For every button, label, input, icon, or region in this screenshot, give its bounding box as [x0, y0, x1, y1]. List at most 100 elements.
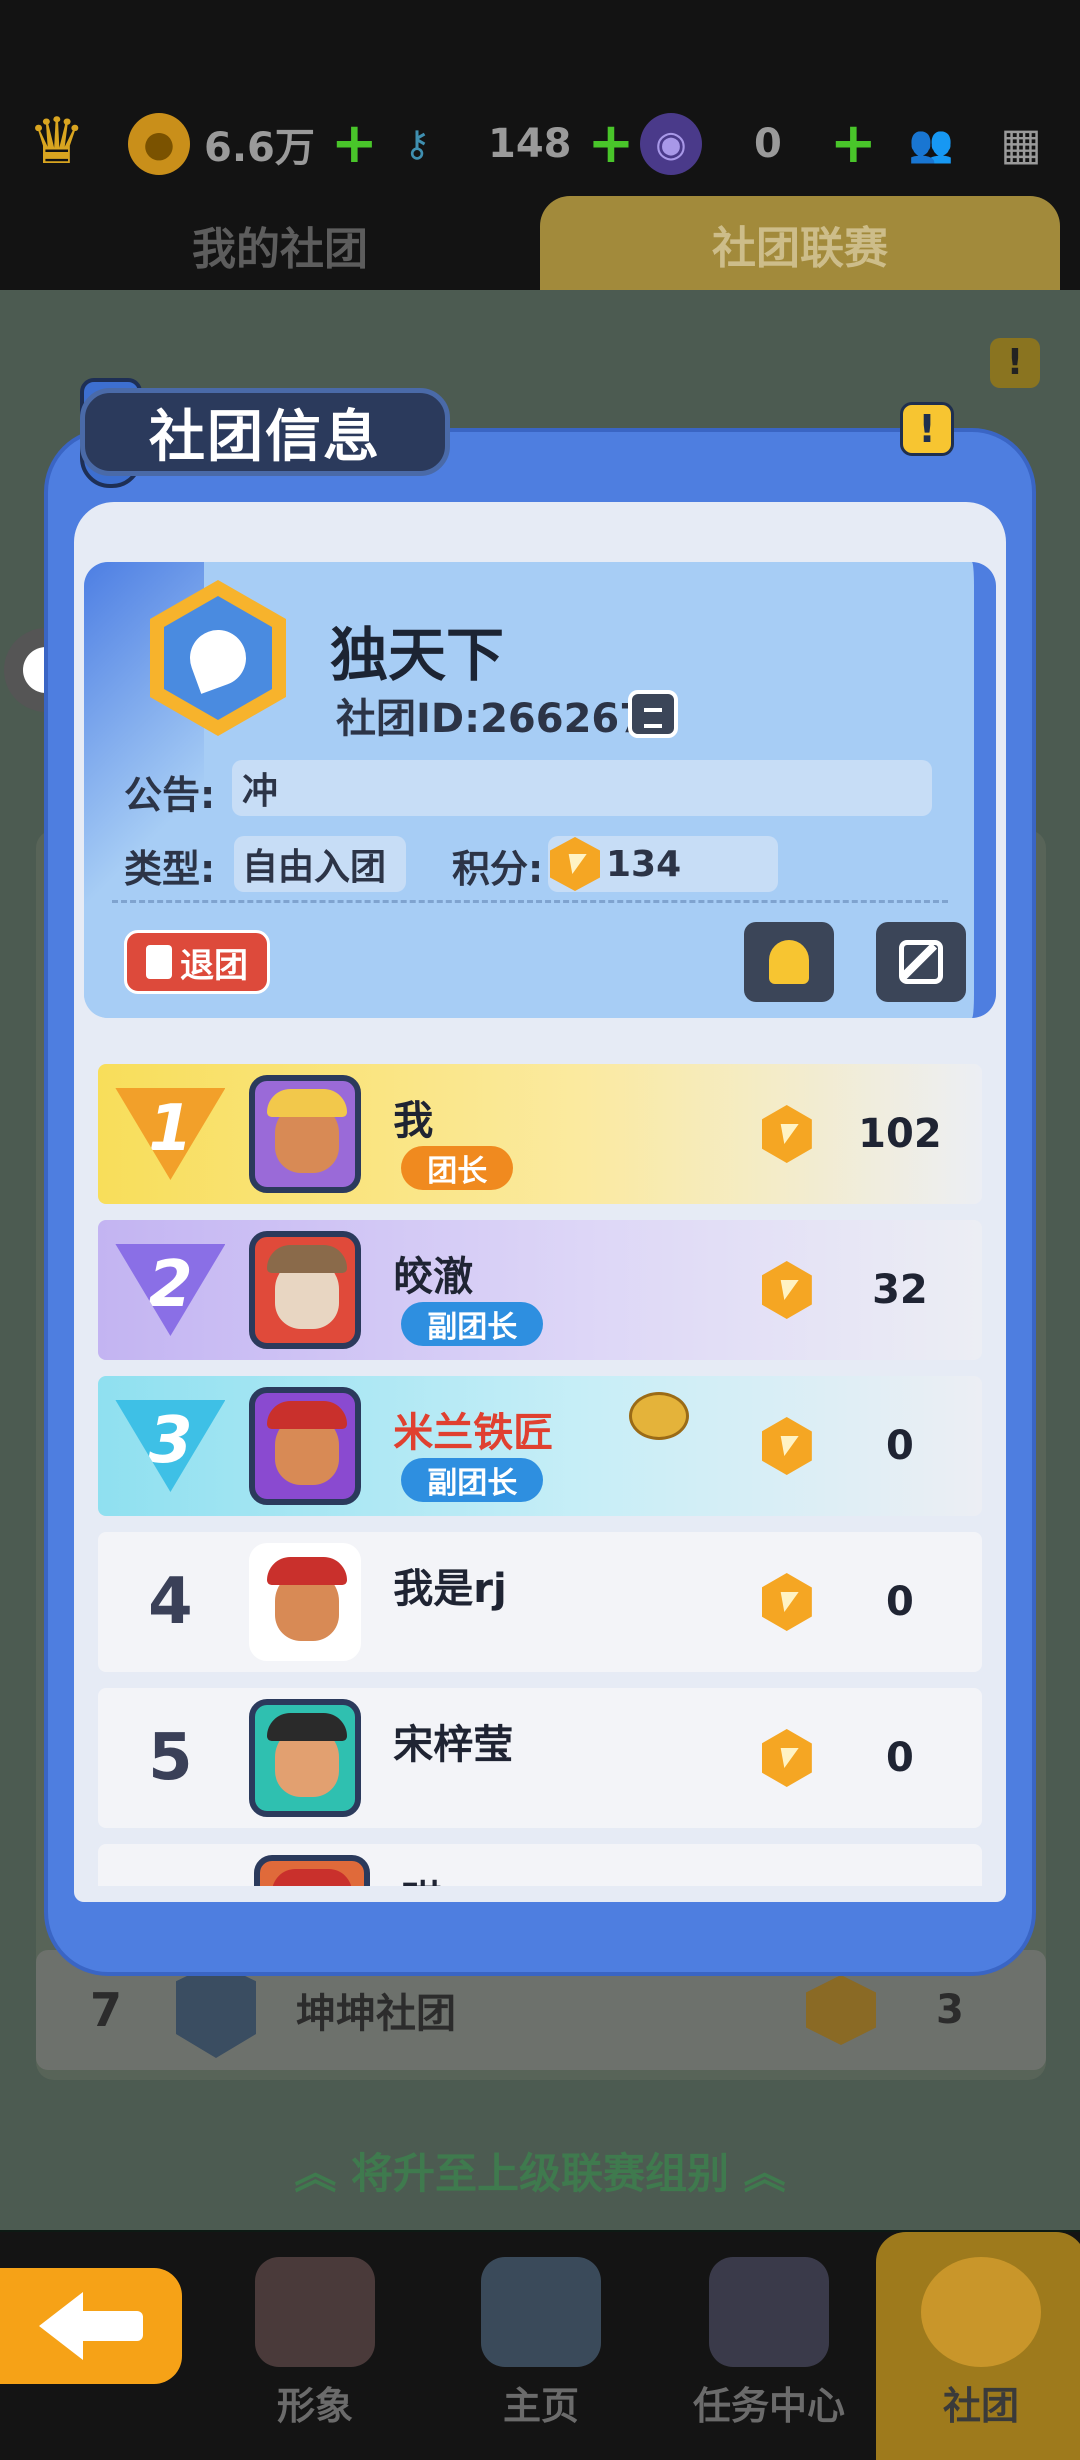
- add-keys-button[interactable]: +: [588, 116, 635, 172]
- edit-club-button[interactable]: [876, 922, 966, 1002]
- friends-icon: 👥: [908, 124, 954, 165]
- club-mascot-icon: [921, 2257, 1041, 2367]
- role-badge: 团长: [401, 1146, 514, 1190]
- league-rank: 7: [89, 1983, 122, 2037]
- tokens-value: 0: [754, 121, 782, 167]
- coins-resource: ● 6.6万 +: [128, 108, 378, 180]
- club-score: 134: [606, 843, 682, 885]
- nav-club[interactable]: 社团: [876, 2232, 1080, 2460]
- league-club-name: 坤坤社团: [296, 1991, 456, 2037]
- divider: [112, 900, 948, 903]
- member-row[interactable]: 1 我 团长 102: [98, 1064, 982, 1204]
- add-tokens-button[interactable]: +: [830, 116, 877, 172]
- avatar[interactable]: [254, 1855, 370, 1886]
- member-rank: 4: [148, 1565, 193, 1639]
- score-coin-icon: [761, 1729, 812, 1787]
- score-label: 积分:: [452, 847, 544, 891]
- nav-label: 社团: [942, 2384, 1019, 2428]
- member-list[interactable]: 1 我 团长 102 2 皎澈 副团长 32 3 米兰铁匠 副团长 0 4 我是…: [98, 1064, 982, 1886]
- promotion-text: ︽ 将升至上级联赛组别 ︽: [294, 2149, 786, 2198]
- member-row[interactable]: 5 宋梓莹 0: [98, 1688, 982, 1828]
- score-coin-icon: [761, 1573, 812, 1631]
- score-coin-icon: [550, 837, 600, 891]
- member-name: 米兰铁匠: [393, 1410, 554, 1456]
- member-score: 0: [886, 1423, 914, 1469]
- back-arrow-icon: [39, 2292, 83, 2360]
- tab-my-club[interactable]: 我的社团: [20, 200, 540, 290]
- score-coin-icon: [761, 1261, 812, 1319]
- notice-label: 公告:: [124, 773, 216, 817]
- member-row[interactable]: 2 皎澈 副团长 32: [98, 1220, 982, 1360]
- avatar[interactable]: [248, 1075, 362, 1193]
- member-row[interactable]: 4 我是rj 0: [98, 1532, 982, 1672]
- avatar[interactable]: [248, 1543, 362, 1661]
- nav-tasks[interactable]: 任务中心: [664, 2232, 874, 2460]
- copy-id-icon[interactable]: [628, 690, 678, 738]
- member-score: 0: [886, 1579, 914, 1625]
- league-score: 3: [936, 1987, 964, 2033]
- member-score: 32: [872, 1267, 928, 1313]
- nav-avatar[interactable]: 形象: [210, 2232, 420, 2460]
- spray-can-icon: [709, 2257, 829, 2367]
- exit-door-icon: [146, 945, 172, 979]
- bell-icon: [769, 940, 809, 984]
- club-type: 自由入团: [234, 836, 406, 892]
- role-badge: 副团长: [401, 1302, 544, 1346]
- score-coin-icon: [806, 1975, 876, 2045]
- tab-club-league[interactable]: 社团联赛: [540, 196, 1060, 292]
- info-alert-icon[interactable]: !: [900, 402, 954, 456]
- nav-label: 形象: [276, 2384, 353, 2428]
- back-button[interactable]: [0, 2268, 182, 2384]
- keys-resource: ⚷ 148 +: [386, 108, 635, 180]
- notice-field: 冲: [232, 760, 932, 816]
- eagle-icon: [182, 622, 254, 694]
- member-name: 我是rj: [393, 1566, 507, 1612]
- member-row[interactable]: 琪: [98, 1844, 982, 1886]
- club-name: 独天下: [330, 621, 505, 689]
- background-alert-icon[interactable]: !: [990, 338, 1040, 388]
- member-rank: 1: [148, 1092, 193, 1166]
- key-icon: ⚷: [403, 123, 431, 165]
- role-badge: 副团长: [401, 1458, 544, 1502]
- nav-label: 任务中心: [692, 2384, 845, 2428]
- member-rank: 3: [148, 1404, 193, 1478]
- tokens-resource: ◉ 0 +: [640, 108, 877, 180]
- member-rank: 2: [148, 1248, 193, 1322]
- grid-menu-icon: ▦: [1000, 118, 1042, 170]
- member-rank: [98, 1844, 248, 1886]
- avatar[interactable]: [248, 1387, 362, 1505]
- friends-button[interactable]: 👥: [900, 108, 962, 180]
- notification-button[interactable]: [744, 922, 834, 1002]
- member-rank: 5: [148, 1721, 193, 1795]
- coin-icon: ●: [128, 113, 190, 175]
- menu-button[interactable]: ▦: [990, 108, 1052, 180]
- rank-medal-gold: 1: [115, 1088, 226, 1180]
- club-id: 社团ID:266267: [336, 696, 648, 742]
- member-score: 102: [858, 1111, 942, 1157]
- home-map-icon: [481, 2257, 601, 2367]
- type-label: 类型:: [124, 847, 216, 891]
- add-coins-button[interactable]: +: [331, 116, 378, 172]
- member-row[interactable]: 3 米兰铁匠 副团长 0: [98, 1376, 982, 1516]
- title-badge-icon: [629, 1392, 690, 1440]
- leave-label: 退团: [180, 945, 248, 986]
- keys-value: 148: [488, 121, 572, 167]
- edit-icon: [899, 940, 943, 984]
- member-name: 皎澈: [393, 1254, 474, 1300]
- leave-club-button[interactable]: 退团: [124, 930, 270, 994]
- crown-icon[interactable]: ♛: [28, 110, 85, 174]
- score-coin-icon: [761, 1105, 812, 1163]
- avatar[interactable]: [248, 1699, 362, 1817]
- score-coin-icon: [761, 1417, 812, 1475]
- club-shield-icon: [176, 1962, 256, 2058]
- avatar-nav-icon: [255, 2257, 375, 2367]
- rank-medal-silver: 2: [115, 1244, 226, 1336]
- coins-value: 6.6万: [204, 125, 315, 171]
- member-score: 0: [886, 1735, 914, 1781]
- member-name: 我: [393, 1098, 434, 1144]
- promotion-label: 将升至上级联赛组别: [350, 2149, 729, 2198]
- nav-home[interactable]: 主页: [436, 2232, 646, 2460]
- nav-label: 主页: [502, 2384, 579, 2428]
- avatar[interactable]: [248, 1231, 362, 1349]
- club-score-field: 134: [548, 836, 778, 892]
